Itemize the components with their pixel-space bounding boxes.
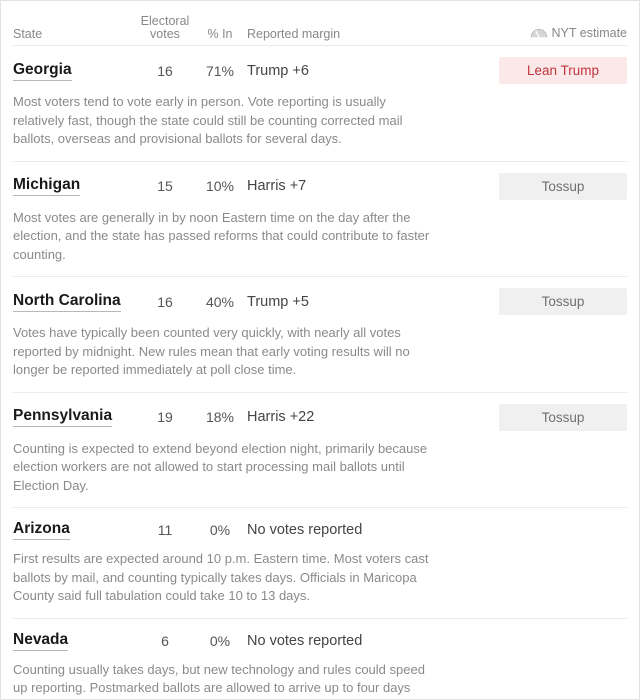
cell-state: Pennsylvania bbox=[13, 407, 137, 427]
table-row-main: Pennsylvania 19 18% Harris +22 Tossup bbox=[13, 403, 627, 431]
cell-percent-in: 0% bbox=[209, 522, 231, 538]
cell-percent-in: 18% bbox=[205, 409, 235, 425]
cell-reported-margin: Harris +22 bbox=[247, 409, 315, 425]
row-description: Votes have typically been counted very q… bbox=[13, 325, 410, 377]
cell-state: North Carolina bbox=[13, 292, 137, 312]
cell-reported-margin: No votes reported bbox=[247, 522, 363, 538]
table-row-main: Michigan 15 10% Harris +7 Tossup bbox=[13, 172, 627, 200]
table-row: Arizona 11 0% No votes reported First result… bbox=[13, 508, 627, 619]
cell-percent-in: 10% bbox=[205, 178, 235, 194]
column-header-nyt-estimate: NYT estimate bbox=[487, 25, 627, 41]
row-description: Most voters tend to vote early in person… bbox=[13, 94, 403, 146]
cell-state: Arizona bbox=[13, 520, 137, 540]
table-row: Pennsylvania 19 18% Harris +22 Tossup Countin… bbox=[13, 393, 627, 508]
table-row: Georgia 16 71% Trump +6 Lean Trump Most voter… bbox=[13, 46, 627, 162]
status-badge: Tossup bbox=[499, 403, 627, 431]
cell-electoral-votes: 11 bbox=[157, 522, 173, 538]
cell-reported-margin: Harris +7 bbox=[247, 178, 307, 194]
cell-percent-in: 40% bbox=[205, 293, 235, 310]
gauge-icon bbox=[530, 25, 548, 41]
column-header-percent-in: % In bbox=[207, 27, 233, 41]
cell-electoral-votes: 16 bbox=[157, 62, 173, 79]
cell-percent-in: 0% bbox=[209, 632, 231, 649]
table-body: Georgia 16 71% Trump +6 Lean Trump Most voter… bbox=[13, 46, 627, 700]
column-header-nyt-estimate-label: NYT estimate bbox=[551, 26, 628, 40]
cell-state: Georgia bbox=[13, 61, 137, 81]
cell-electoral-votes: 15 bbox=[157, 178, 173, 194]
status-badge: Tossup bbox=[499, 172, 627, 200]
column-header-state: State bbox=[13, 27, 43, 41]
table-row-main: North Carolina 16 40% Trump +5 Tossup bbox=[13, 288, 627, 315]
state-link[interactable]: Michigan bbox=[13, 176, 81, 196]
state-link[interactable]: Pennsylvania bbox=[13, 407, 113, 427]
column-header-electoral-votes-line1: Electoral bbox=[140, 14, 190, 28]
cell-electoral-votes: 16 bbox=[157, 293, 173, 310]
column-header-electoral-votes-line2: votes bbox=[150, 27, 180, 41]
status-badge: Lean Trump bbox=[499, 57, 627, 84]
cell-nyt-estimate: Tossup bbox=[487, 288, 627, 315]
cell-electoral-votes: 19 bbox=[157, 409, 173, 425]
cell-electoral-votes: 6 bbox=[161, 632, 169, 649]
state-link[interactable]: Arizona bbox=[13, 520, 70, 540]
state-link[interactable]: Nevada bbox=[13, 631, 69, 651]
cell-state: Michigan bbox=[13, 176, 137, 196]
cell-nyt-estimate: Tossup bbox=[487, 172, 627, 200]
table-row: North Carolina 16 40% Trump +5 Tossup Votes h… bbox=[13, 277, 627, 393]
status-badge: Tossup bbox=[499, 288, 627, 315]
cell-reported-margin: Trump +5 bbox=[247, 293, 309, 310]
table-row-main: Nevada 6 0% No votes reported bbox=[13, 630, 627, 652]
cell-reported-margin: No votes reported bbox=[247, 632, 363, 649]
state-link[interactable]: North Carolina bbox=[13, 292, 121, 312]
row-description: Counting usually takes days, but new tec… bbox=[13, 661, 425, 700]
column-header-reported-margin: Reported margin bbox=[247, 27, 341, 41]
row-description: First results are expected around 10 p.m… bbox=[13, 551, 429, 603]
table-row-main: Georgia 16 71% Trump +6 Lean Trump bbox=[13, 57, 627, 84]
state-link[interactable]: Georgia bbox=[13, 61, 72, 81]
table-row-main: Arizona 11 0% No votes reported bbox=[13, 519, 627, 541]
cell-reported-margin: Trump +6 bbox=[247, 62, 309, 79]
cell-percent-in: 71% bbox=[205, 62, 235, 79]
table-row: Nevada 6 0% No votes reported Counting usual… bbox=[13, 619, 627, 700]
election-state-table-card: State Electoral votes % In Reported marg… bbox=[0, 0, 640, 700]
column-header-electoral-votes: Electoral votes bbox=[137, 15, 193, 41]
cell-nyt-estimate: Tossup bbox=[487, 403, 627, 431]
cell-state: Nevada bbox=[13, 631, 137, 651]
row-description: Most votes are generally in by noon East… bbox=[13, 209, 430, 262]
cell-nyt-estimate: Lean Trump bbox=[487, 57, 627, 84]
table-row: Michigan 15 10% Harris +7 Tossup Most votes a… bbox=[13, 162, 627, 277]
table-header-row: State Electoral votes % In Reported marg… bbox=[13, 1, 627, 46]
row-description: Counting is expected to extend beyond el… bbox=[13, 440, 428, 493]
